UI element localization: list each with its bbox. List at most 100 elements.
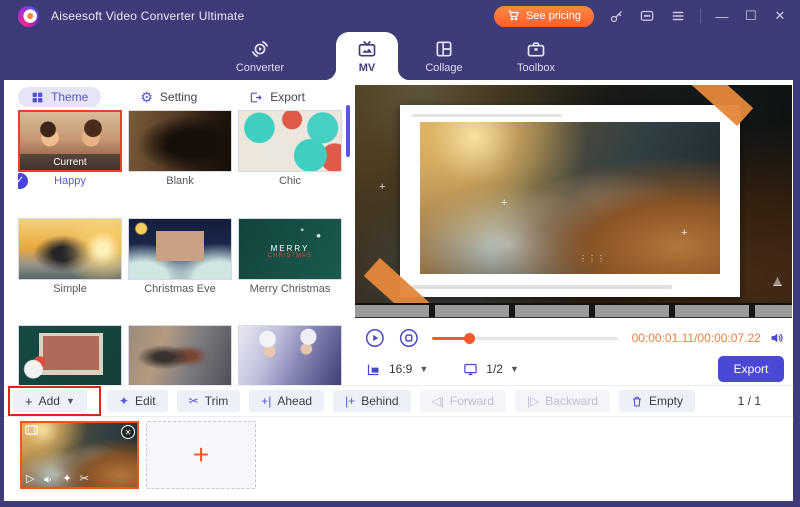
theme-item-merry-christmas[interactable]: MERRY CHRISTMAS Merry Christmas bbox=[238, 218, 342, 311]
clip-toolbar: + Add ▼ ✦ Edit ✂ Trim +| Ahead |+ Behind bbox=[4, 385, 793, 417]
play-button[interactable] bbox=[365, 327, 385, 349]
add-button[interactable]: + Add ▼ bbox=[13, 390, 87, 412]
theme-name: Happy bbox=[18, 175, 122, 187]
clip-trim-icon[interactable]: ✂ bbox=[80, 474, 89, 485]
tab-toolbox-label: Toolbox bbox=[517, 62, 555, 74]
theme-thumbnail: MERRY CHRISTMAS bbox=[238, 218, 342, 280]
tab-toolbox[interactable]: Toolbox bbox=[490, 32, 582, 80]
tab-export[interactable]: Export bbox=[236, 87, 318, 107]
theme-thumbnail bbox=[238, 110, 342, 172]
see-pricing-label: See pricing bbox=[526, 10, 581, 22]
time-display: 00:00:01.11/00:00:07.22 bbox=[632, 331, 761, 345]
ahead-button[interactable]: +| Ahead bbox=[249, 390, 324, 412]
theme-grid-icon bbox=[31, 91, 44, 104]
frame-decor-line bbox=[412, 114, 562, 117]
stop-button[interactable] bbox=[399, 327, 419, 349]
aspect-ratio-select[interactable]: 16:9 ▼ bbox=[365, 362, 428, 377]
theme-photo-frame bbox=[400, 105, 740, 297]
tab-collage-label: Collage bbox=[425, 62, 462, 74]
empty-button[interactable]: Empty bbox=[619, 390, 695, 412]
content-area: Theme ⚙ Setting Export Current ✓ Happy bbox=[4, 80, 793, 501]
theme-thumbnail bbox=[18, 218, 122, 280]
volume-icon[interactable] bbox=[769, 330, 784, 346]
plus-icon: + bbox=[25, 395, 33, 408]
move-backward-icon: |▷ bbox=[527, 395, 539, 407]
tab-setting[interactable]: ⚙ Setting bbox=[127, 87, 210, 107]
progress-knob[interactable] bbox=[464, 333, 475, 344]
chevron-down-icon: ▼ bbox=[419, 364, 428, 374]
theme-item-simple[interactable]: Simple bbox=[18, 218, 122, 311]
theme-thumbnail bbox=[128, 218, 232, 280]
backward-button[interactable]: |▷ Backward bbox=[515, 390, 610, 412]
feedback-icon[interactable] bbox=[638, 7, 656, 25]
app-title: Aiseesoft Video Converter Ultimate bbox=[51, 9, 244, 23]
theme-name: Simple bbox=[18, 283, 122, 295]
gear-icon: ⚙ bbox=[140, 90, 153, 104]
filmstrip-decor bbox=[355, 303, 792, 318]
chevron-down-icon: ▼ bbox=[510, 364, 519, 374]
move-forward-icon: ◁| bbox=[432, 395, 444, 407]
register-key-icon[interactable] bbox=[607, 7, 625, 25]
export-button[interactable]: Export bbox=[718, 356, 784, 382]
clip-edit-icon[interactable]: ✦ bbox=[62, 474, 71, 485]
tab-converter-label: Converter bbox=[236, 62, 284, 74]
tab-collage[interactable]: Collage bbox=[398, 32, 490, 80]
video-preview: + + + ⋮⋮⋮ bbox=[355, 85, 792, 303]
tab-mv[interactable]: MV bbox=[336, 32, 398, 80]
plus-mark-decor: + bbox=[379, 181, 385, 193]
add-button-highlight: + Add ▼ bbox=[8, 386, 101, 416]
edit-wand-icon: ✦ bbox=[119, 395, 129, 407]
trash-icon bbox=[631, 395, 643, 408]
current-theme-badge: Current bbox=[20, 154, 120, 170]
plus-mark-decor: + bbox=[501, 197, 507, 209]
screen-split-select[interactable]: 1/2 ▼ bbox=[462, 362, 519, 377]
theme-item-happy[interactable]: Current ✓ Happy bbox=[18, 110, 122, 203]
theme-item-blank[interactable]: Blank bbox=[128, 110, 232, 203]
close-button[interactable]: ✕ bbox=[772, 8, 788, 24]
edit-button[interactable]: ✦ Edit bbox=[107, 390, 168, 412]
theme-item-christmas-eve[interactable]: Christmas Eve bbox=[128, 218, 232, 311]
clip-volume-icon[interactable] bbox=[42, 474, 54, 485]
tab-export-label: Export bbox=[270, 90, 305, 104]
add-clip-placeholder[interactable]: + bbox=[146, 421, 256, 489]
aspect-ratio-icon bbox=[365, 362, 382, 377]
monitor-icon bbox=[462, 362, 479, 377]
minimize-button[interactable]: — bbox=[714, 9, 730, 24]
filmstrip-icon bbox=[25, 425, 38, 435]
theme-thumbnail bbox=[18, 325, 122, 387]
tab-theme[interactable]: Theme bbox=[18, 87, 101, 107]
forward-button[interactable]: ◁| Forward bbox=[420, 390, 506, 412]
tab-setting-label: Setting bbox=[160, 90, 197, 104]
clip-item[interactable]: ✕ ▷ ✦ ✂ bbox=[20, 421, 139, 489]
clip-delete-button[interactable]: ✕ bbox=[121, 425, 135, 439]
see-pricing-button[interactable]: See pricing bbox=[494, 6, 594, 27]
menu-icon[interactable] bbox=[669, 7, 687, 25]
progress-slider[interactable] bbox=[432, 337, 617, 340]
plus-mark-decor: + bbox=[681, 227, 687, 239]
theme-thumbnail bbox=[128, 110, 232, 172]
insert-ahead-icon: +| bbox=[261, 395, 271, 407]
theme-item-chic[interactable]: Chic bbox=[238, 110, 342, 203]
titlebar: Aiseesoft Video Converter Ultimate See p… bbox=[0, 0, 800, 32]
theme-art-text: MERRY CHRISTMAS bbox=[268, 244, 312, 261]
theme-name: Blank bbox=[128, 175, 232, 187]
main-nav: Converter MV Collage Toolbox bbox=[0, 32, 800, 80]
tab-theme-label: Theme bbox=[51, 90, 88, 104]
trim-button[interactable]: ✂ Trim bbox=[177, 390, 241, 412]
collage-icon bbox=[434, 39, 454, 59]
toolbox-icon bbox=[526, 39, 546, 59]
mv-icon bbox=[357, 39, 377, 59]
theme-panel-tabs: Theme ⚙ Setting Export bbox=[18, 85, 318, 109]
converter-icon bbox=[250, 39, 270, 59]
theme-scrollbar[interactable] bbox=[346, 105, 350, 157]
tab-converter[interactable]: Converter bbox=[214, 32, 306, 80]
clip-play-icon[interactable]: ▷ bbox=[26, 474, 34, 485]
behind-button[interactable]: |+ Behind bbox=[333, 390, 411, 412]
plus-icon: + bbox=[193, 441, 209, 469]
chevron-down-icon: ▼ bbox=[66, 396, 75, 406]
titlebar-divider bbox=[700, 9, 701, 23]
app-logo-icon bbox=[18, 6, 39, 27]
maximize-button[interactable]: ☐ bbox=[743, 8, 759, 24]
app-window: Aiseesoft Video Converter Ultimate See p… bbox=[0, 0, 800, 507]
theme-name: Christmas Eve bbox=[128, 283, 232, 295]
